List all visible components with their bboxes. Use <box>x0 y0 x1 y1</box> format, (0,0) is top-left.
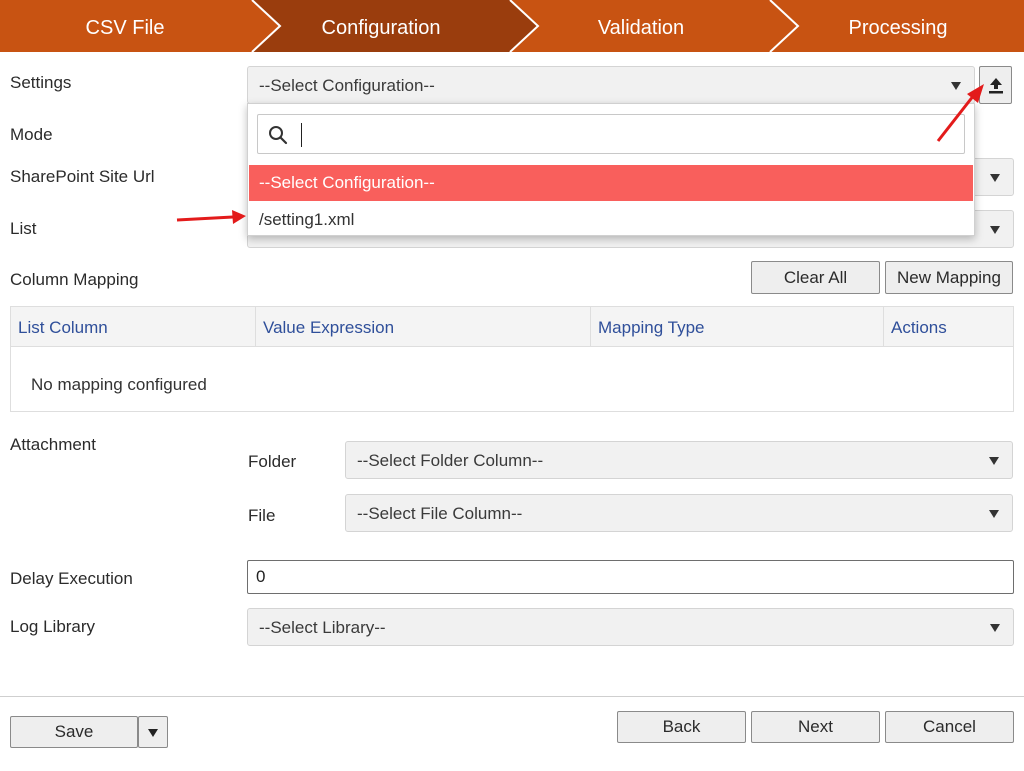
mapping-table-header: List Column Value Expression Mapping Typ… <box>11 307 1013 347</box>
caret-down-icon <box>989 457 999 465</box>
folder-column-value: --Select Folder Column-- <box>357 451 544 470</box>
log-library-label: Log Library <box>10 617 96 636</box>
log-library-select[interactable]: --Select Library-- <box>247 608 1014 646</box>
folder-column-select[interactable]: --Select Folder Column-- <box>345 441 1013 479</box>
dropdown-option-setting1[interactable]: /setting1.xml <box>249 202 973 238</box>
caret-down-icon <box>990 226 1000 234</box>
empty-mapping-text: No mapping configured <box>31 375 207 394</box>
column-mapping-label: Column Mapping <box>10 270 139 289</box>
mapping-table: List Column Value Expression Mapping Typ… <box>10 306 1014 412</box>
back-button[interactable]: Back <box>617 711 746 743</box>
upload-config-button[interactable] <box>979 66 1012 104</box>
mode-label: Mode <box>10 125 53 144</box>
caret-down-icon <box>990 174 1000 182</box>
log-library-value: --Select Library-- <box>259 618 386 637</box>
file-column-value: --Select File Column-- <box>357 504 523 523</box>
col-mapping-type: Mapping Type <box>591 307 884 347</box>
cancel-button[interactable]: Cancel <box>885 711 1014 743</box>
step-configuration[interactable]: Configuration <box>252 0 510 52</box>
settings-dropdown: --Select Configuration-- /setting1.xml <box>247 103 975 236</box>
step-processing[interactable]: Processing <box>772 0 1024 52</box>
col-actions: Actions <box>891 318 947 337</box>
caret-down-icon <box>990 624 1000 632</box>
list-label: List <box>10 219 37 238</box>
col-list-column: List Column <box>11 307 256 347</box>
save-options-button[interactable] <box>138 716 168 748</box>
settings-select[interactable]: --Select Configuration-- <box>247 66 975 104</box>
footer-divider <box>0 696 1024 697</box>
delay-label: Delay Execution <box>10 569 133 588</box>
delay-input[interactable]: 0 <box>247 560 1014 594</box>
caret-down-icon <box>951 82 961 90</box>
settings-select-value: --Select Configuration-- <box>259 76 435 95</box>
step-csv-file[interactable]: CSV File <box>0 0 250 52</box>
caret-down-icon <box>148 729 158 737</box>
dropdown-search-input[interactable] <box>257 114 965 154</box>
annotation-arrow-option <box>176 210 246 224</box>
wizard-steps: CSV File Configuration Validation Proces… <box>0 0 1024 52</box>
attachment-label: Attachment <box>10 435 96 454</box>
settings-label: Settings <box>10 73 72 92</box>
text-cursor <box>301 123 302 147</box>
file-label: File <box>248 506 276 525</box>
col-value-expression: Value Expression <box>256 307 591 347</box>
caret-down-icon <box>989 510 999 518</box>
folder-label: Folder <box>248 452 297 471</box>
save-button[interactable]: Save <box>10 716 138 748</box>
file-column-select[interactable]: --Select File Column-- <box>345 494 1013 532</box>
new-mapping-button[interactable]: New Mapping <box>885 261 1013 294</box>
upload-icon <box>989 78 1003 94</box>
clear-all-button[interactable]: Clear All <box>751 261 880 294</box>
search-icon <box>269 126 288 145</box>
step-validation[interactable]: Validation <box>512 0 770 52</box>
site-url-label: SharePoint Site Url <box>10 167 155 186</box>
next-button[interactable]: Next <box>751 711 880 743</box>
dropdown-option-select-configuration[interactable]: --Select Configuration-- <box>249 165 973 201</box>
